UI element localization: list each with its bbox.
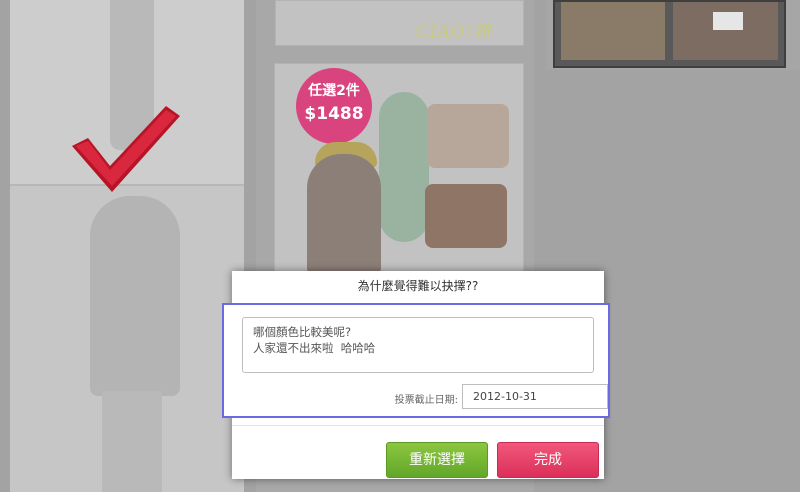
ad-shoes-1 bbox=[427, 104, 509, 168]
ad-model bbox=[307, 154, 381, 274]
model-legs bbox=[102, 391, 162, 492]
brand-logo: CIAO!妞 bbox=[416, 22, 492, 42]
dialog-divider bbox=[232, 425, 604, 426]
thumbnail-image-1 bbox=[561, 2, 665, 60]
promo-badge: 任選2件 $1488 bbox=[296, 68, 372, 144]
deadline-date-input[interactable]: 2012-10-31 bbox=[462, 384, 608, 409]
product-ad-card[interactable]: 任選2件 $1488 bbox=[274, 63, 524, 275]
ad-shoes-2 bbox=[425, 184, 507, 248]
promo-badge-text: 任選2件 bbox=[308, 83, 360, 99]
product-card-top[interactable]: CIAO!妞 bbox=[275, 0, 524, 46]
comment-textarea[interactable]: 哪個顏色比較美呢? 人家還不出來啦 哈哈哈 bbox=[242, 317, 594, 373]
outfit-photo-2[interactable] bbox=[10, 186, 244, 492]
reselect-button[interactable]: 重新選擇 bbox=[386, 442, 488, 478]
vote-dialog: 為什麼覺得難以抉擇?? 哪個顏色比較美呢? 人家還不出來啦 哈哈哈 投票截止日期… bbox=[222, 271, 610, 479]
dialog-title: 為什麼覺得難以抉擇?? bbox=[357, 279, 479, 293]
deadline-label: 投票截止日期: bbox=[394, 395, 458, 406]
comment-line-2: 人家還不出來啦 哈哈哈 bbox=[253, 341, 376, 355]
check-mark-icon bbox=[72, 106, 180, 192]
promo-badge-price: $1488 bbox=[304, 104, 364, 124]
thumbnail-image-2 bbox=[673, 2, 778, 60]
comment-line-1: 哪個顏色比較美呢? bbox=[253, 325, 352, 339]
shoe-thumbnail[interactable] bbox=[553, 0, 786, 68]
done-button[interactable]: 完成 bbox=[497, 442, 599, 478]
model-figure bbox=[90, 196, 180, 396]
ad-decoration bbox=[379, 92, 429, 242]
